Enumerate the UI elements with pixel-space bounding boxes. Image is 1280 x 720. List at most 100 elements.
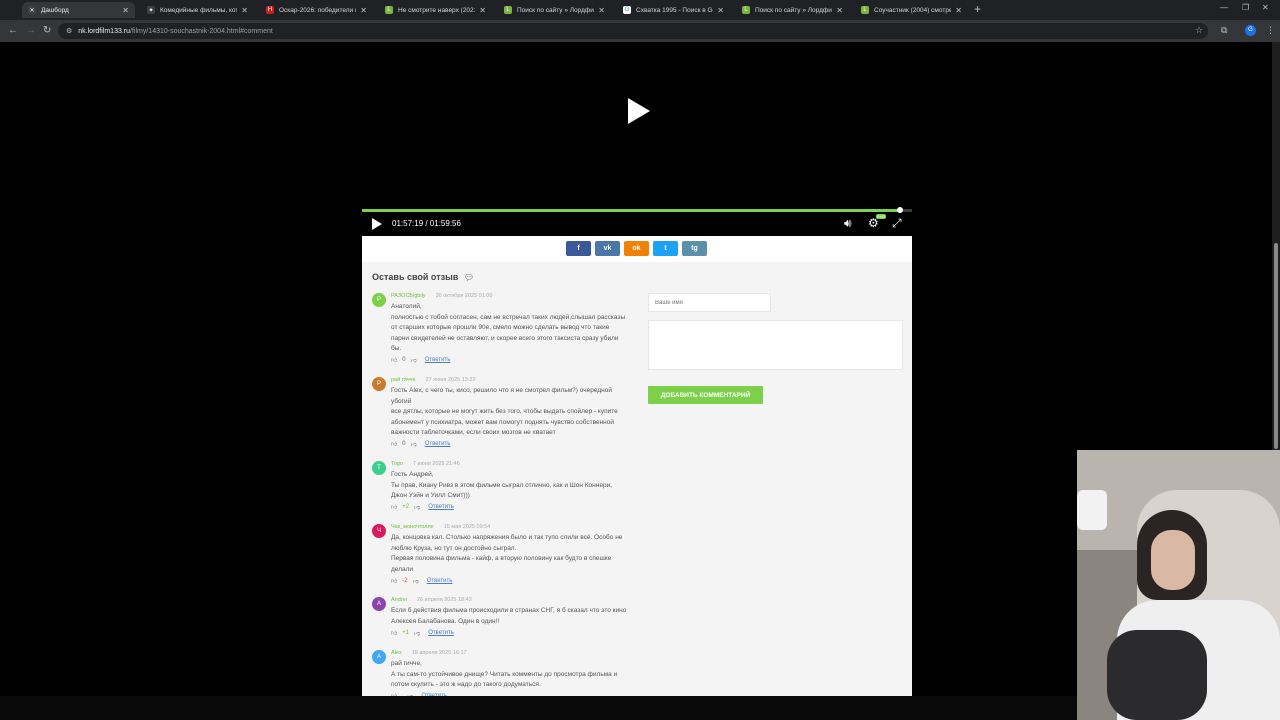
fullscreen-icon[interactable]: ⤢ [892, 216, 902, 230]
restore-icon[interactable]: ❐ [1242, 3, 1249, 12]
tab-close-icon[interactable]: ✕ [598, 6, 605, 15]
share-twitter-button[interactable]: t [653, 241, 678, 256]
comment-author[interactable]: Alex [391, 650, 402, 656]
tab-close-icon[interactable]: ✕ [360, 6, 367, 15]
tab-close-icon[interactable]: ✕ [122, 6, 129, 15]
browser-tab[interactable]: L Не смотрите наверх (2021) смо... ✕ [379, 2, 492, 18]
profile-avatar-icon[interactable]: G [1245, 25, 1256, 36]
reply-link[interactable]: Ответить [428, 630, 454, 636]
browser-tab[interactable]: L Поиск по сайту » Лордфильм ✕ [736, 2, 849, 18]
comment-score: 0 [402, 441, 406, 447]
volume-icon[interactable]: 🔊︎ [844, 216, 852, 230]
tab-favicon-icon: G [623, 6, 631, 14]
browser-tab[interactable]: ✕ Дашборд ✕ [22, 2, 135, 18]
comment-actions: 👍︎ 0 👎︎ Ответить [391, 440, 629, 449]
browser-tab[interactable]: ✦ Комедийные фильмы, которые... ✕ [141, 2, 254, 18]
comment-score: -2 [402, 577, 408, 584]
reply-link[interactable]: Ответить [428, 504, 454, 510]
new-tab-button[interactable]: + [974, 3, 981, 15]
comment-body: Alex 19 апреля 2025 16:17 рай гичче, А ты … [391, 650, 629, 701]
reply-link[interactable]: Ответить [425, 357, 451, 363]
browser-tab[interactable]: L Соучастник (2004) смотреть о...✕ [855, 2, 968, 18]
comment-text: Да, концовка кал. Столько напряжения был… [391, 534, 623, 573]
progress-knob[interactable] [896, 207, 903, 213]
name-input[interactable] [648, 293, 771, 312]
comment-score: +1 [402, 629, 410, 636]
comment-author[interactable]: рай гичче [391, 377, 416, 383]
tab-close-icon[interactable]: ✕ [241, 6, 248, 15]
comment-author[interactable]: Чак_моночтолле [391, 524, 434, 530]
browser-menu-icon[interactable]: ⋮ [1266, 25, 1275, 36]
tab-close-icon[interactable]: ✕ [836, 6, 843, 15]
share-odnoklassniki-button[interactable]: ok [624, 241, 649, 256]
add-comment-button[interactable]: ДОБАВИТЬ КОММЕНТАРИЙ [648, 386, 763, 404]
comment-text: Если б действия фильма происходили в стр… [391, 607, 627, 625]
thumbs-down-icon[interactable]: 👎︎ [411, 440, 417, 448]
comment-header: Alex 19 апреля 2025 16:17 [391, 650, 629, 657]
thumbs-down-icon[interactable]: 👎︎ [411, 356, 417, 364]
browser-tab-bar: ✕ Дашборд ✕ ✦ Комедийные фильмы, которые... ✕… [0, 0, 1280, 20]
browser-tab[interactable]: Н Оскар-2026: победители и но... ✕ [260, 2, 373, 18]
comment-header: Andrei 26 апреля 2025 18:43 [391, 597, 629, 604]
thumbs-down-icon[interactable]: 👎︎ [414, 503, 420, 511]
reload-icon[interactable]: ↻ [43, 25, 51, 37]
browser-tab[interactable]: L Поиск по сайту » Лордфильм ✕ [498, 2, 611, 18]
avatar: Р [372, 293, 386, 307]
thumbs-up-icon[interactable]: 👍︎ [391, 356, 397, 364]
thumbs-down-icon[interactable]: 👎︎ [414, 629, 420, 637]
share-telegram-button[interactable]: tg [682, 241, 707, 256]
play-icon[interactable] [372, 218, 382, 230]
comment-actions: 👍︎ 0 👎︎ Ответить [391, 356, 629, 365]
forward-icon[interactable]: → [26, 25, 36, 37]
comment-body: рай гичче 27 июня 2025 13:22 Гость Alex, с… [391, 377, 629, 449]
url-path: /filmy/14310-souchastnik-2004.html#comme… [130, 27, 273, 35]
tab-close-icon[interactable]: ✕ [717, 6, 724, 15]
play-big-icon[interactable] [628, 98, 650, 124]
comment-date: 19 апреля 2025 16:17 [411, 650, 467, 656]
comment-actions: 👍︎ +1 👎︎ Ответить [391, 628, 629, 637]
thumbs-up-icon[interactable]: 👍︎ [391, 577, 397, 585]
comment-body: Andrei 26 апреля 2025 18:43 Если б действи… [391, 597, 629, 637]
comment-text: Гость Alex, с чего ты, кисо, решило что … [391, 387, 618, 436]
thumbs-up-icon[interactable]: 👍︎ [391, 440, 397, 448]
browser-tab[interactable]: G Схватка 1995 - Поиск в Google ✕ [617, 2, 730, 18]
reply-link[interactable]: Ответить [425, 441, 451, 447]
comment-header: Togo 7 июня 2025 21:46 [391, 461, 629, 468]
comment-score: 0 [402, 357, 406, 363]
comment-body: РАЗОСБigbily 30 октября 2025 01:00 Анатоли… [391, 293, 629, 365]
share-vk-button[interactable]: vk [595, 241, 620, 256]
thumbs-up-icon[interactable]: 👍︎ [391, 503, 397, 511]
comment-author[interactable]: Andrei [391, 597, 407, 603]
progress-bar[interactable] [362, 207, 912, 213]
tab-title: Схватка 1995 - Поиск в Google [636, 6, 713, 14]
comment-author[interactable]: РАЗОСБigbily [391, 293, 426, 299]
tab-favicon-icon: ✕ [28, 6, 36, 14]
tab-favicon-icon: L [385, 6, 393, 14]
reply-link[interactable]: Ответить [427, 578, 453, 584]
video-player[interactable]: 01:57:19 / 01:59:56 🔊︎ ⚙ FHD ⤢ [362, 42, 912, 236]
comment-date: 7 июня 2025 21:46 [412, 461, 460, 467]
extensions-icon[interactable]: ⧉ [1221, 25, 1227, 36]
comments-icon: 💬︎ [464, 273, 475, 282]
tab-favicon-icon: Н [266, 6, 274, 14]
share-facebook-button[interactable]: f [566, 241, 591, 256]
comment-date: 15 мая 2025 09:54 [443, 524, 491, 530]
comment-date: 27 июня 2025 13:22 [425, 377, 476, 383]
thumbs-up-icon[interactable]: 👍︎ [391, 629, 397, 637]
tab-title: Оскар-2026: победители и но... [279, 6, 356, 14]
minimize-icon[interactable]: — [1220, 3, 1228, 12]
comment-author[interactable]: Togo [391, 461, 403, 467]
back-icon[interactable]: ← [8, 25, 18, 37]
comment-body: Чак_моночтолле 15 мая 2025 09:54 Да, концо… [391, 524, 629, 585]
tab-close-icon[interactable]: ✕ [479, 6, 486, 15]
comment-header: РАЗОСБigbily 30 октября 2025 01:00 [391, 293, 629, 300]
tab-close-icon[interactable]: ✕ [955, 6, 962, 15]
thumbs-down-icon[interactable]: 👎︎ [413, 577, 419, 585]
comment-textarea[interactable] [648, 320, 903, 370]
close-window-icon[interactable]: ✕ [1262, 3, 1269, 12]
scrollbar-thumb[interactable] [1274, 243, 1278, 449]
site-info-icon[interactable]: ⚙ [66, 27, 72, 35]
url-bar[interactable]: ⚙ nk.lordfilm133.ru /filmy/14310-souchas… [58, 23, 1208, 39]
tab-title: Комедийные фильмы, которые... [160, 6, 237, 14]
bookmark-star-icon[interactable]: ☆ [1195, 25, 1203, 36]
